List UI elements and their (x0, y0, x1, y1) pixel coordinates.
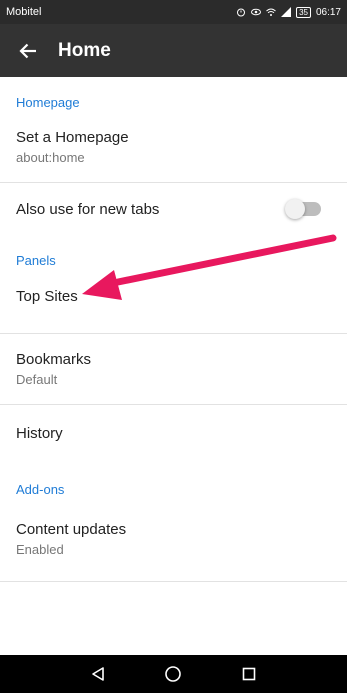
system-nav-bar (0, 655, 347, 693)
divider (0, 581, 347, 582)
top-sites-title: Top Sites (16, 288, 78, 305)
new-tabs-item[interactable]: Also use for new tabs (0, 183, 347, 235)
history-item[interactable]: History (0, 405, 347, 461)
status-icons: 35 06:17 (236, 6, 341, 18)
nav-back-button[interactable] (78, 655, 118, 693)
bookmarks-value: Default (16, 372, 58, 387)
signal-icon (281, 7, 292, 17)
recents-square-icon (242, 667, 256, 681)
status-bar: Mobitel 35 06:17 (0, 0, 347, 24)
toggle-thumb (285, 199, 305, 219)
app-toolbar: Home (0, 24, 347, 77)
set-homepage-item[interactable]: Set a Homepage about:home (0, 127, 347, 182)
home-circle-icon (165, 666, 182, 682)
bookmarks-item[interactable]: Bookmarks Default (0, 334, 347, 404)
section-header-panels: Panels (16, 252, 56, 268)
arrow-back-icon (19, 43, 36, 58)
bookmarks-title: Bookmarks (16, 351, 92, 368)
section-header-homepage: Homepage (16, 94, 80, 110)
back-triangle-icon (92, 667, 104, 681)
wifi-icon (266, 8, 276, 16)
set-homepage-value: about:home (16, 150, 85, 165)
new-tabs-toggle[interactable] (285, 199, 321, 219)
page-title: Home (58, 39, 111, 61)
settings-list: Homepage Set a Homepage about:home Also … (0, 77, 347, 582)
section-header-addons: Add-ons (16, 481, 65, 497)
content-updates-value: Enabled (16, 542, 64, 557)
battery-icon: 35 (296, 6, 311, 18)
back-button[interactable] (0, 24, 56, 77)
eye-icon (251, 8, 262, 16)
content-updates-title: Content updates (16, 521, 127, 538)
top-sites-item[interactable]: Top Sites (0, 285, 347, 333)
content-updates-item[interactable]: Content updates Enabled (0, 517, 347, 581)
carrier-name: Mobitel (6, 6, 42, 18)
clock: 06:17 (315, 6, 341, 18)
nav-recents-button[interactable] (229, 655, 269, 693)
alarm-icon (237, 8, 246, 17)
new-tabs-title: Also use for new tabs (16, 200, 160, 218)
nav-home-button[interactable] (153, 655, 193, 693)
history-title: History (16, 424, 63, 442)
set-homepage-title: Set a Homepage (16, 129, 129, 146)
